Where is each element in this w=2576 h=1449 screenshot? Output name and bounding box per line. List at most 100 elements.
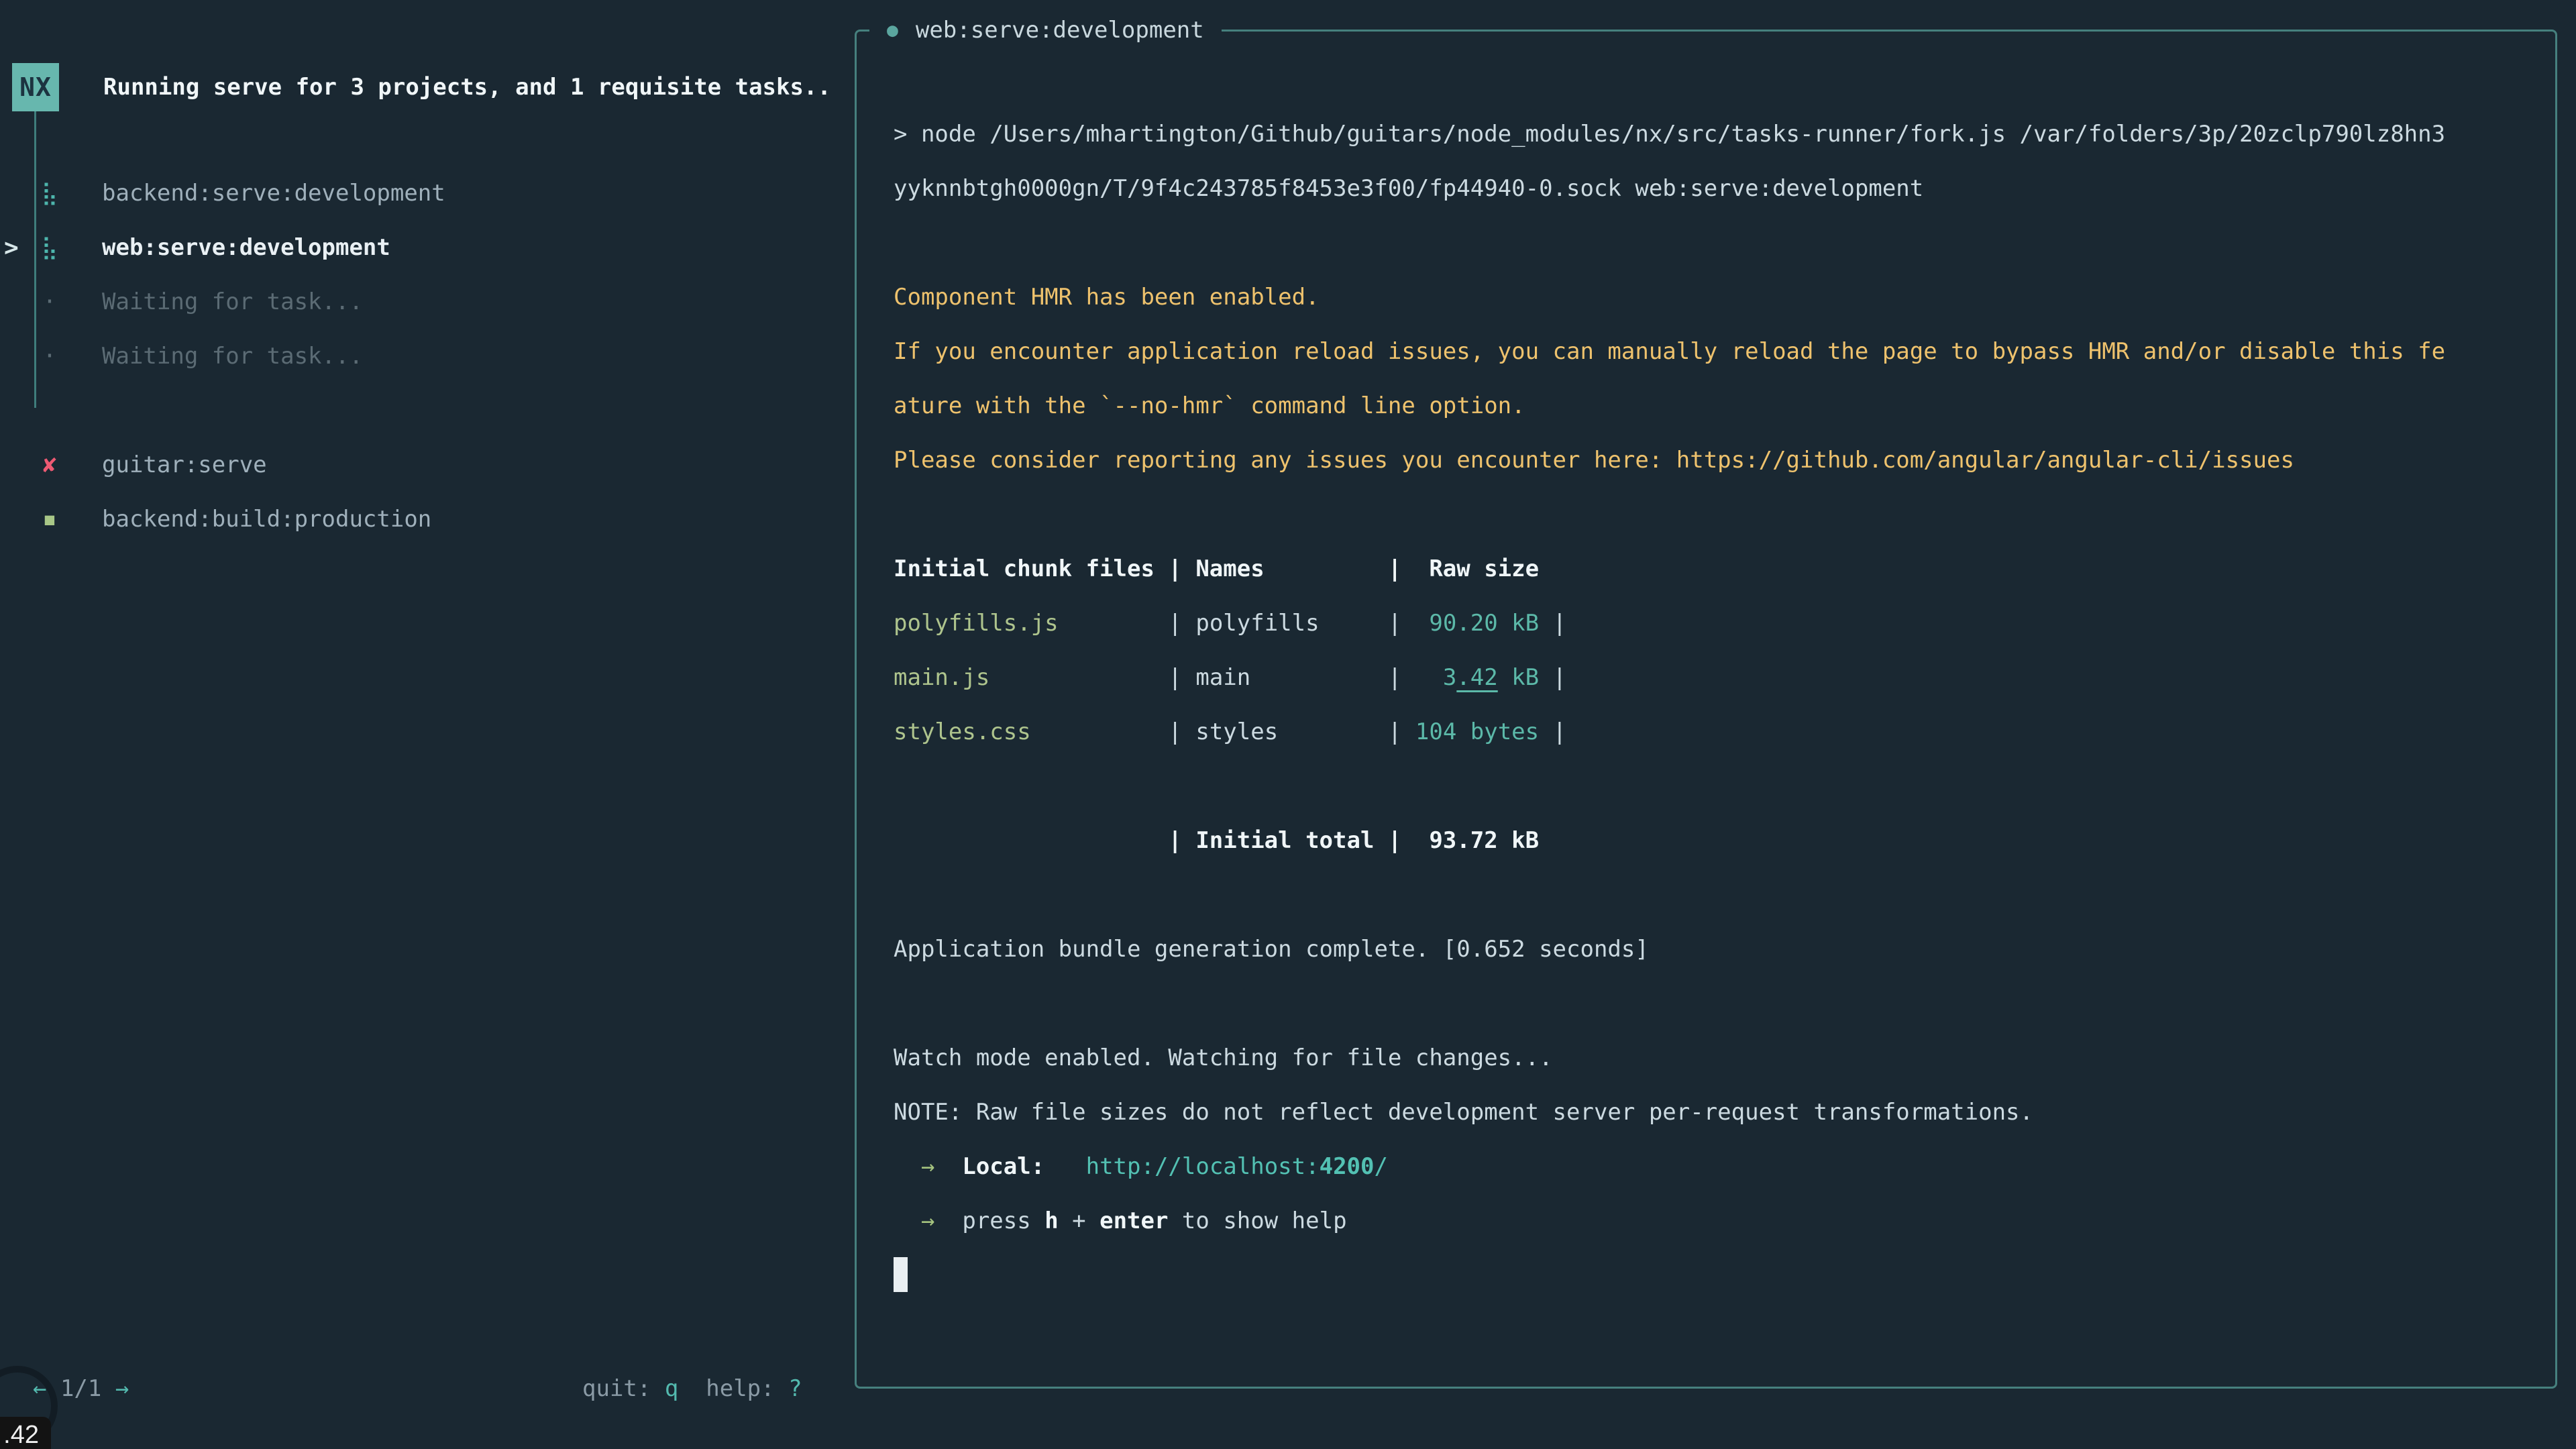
text-segment: kB (1498, 664, 1539, 691)
task-row[interactable]: · Waiting for task... (0, 275, 852, 329)
terminal-output: > node /Users/mhartington/Github/guitars… (894, 107, 2517, 1303)
text-segment: | (989, 664, 1195, 691)
text-segment: help: (678, 1375, 788, 1402)
terminal-line: Component HMR has been enabled. (894, 270, 2517, 325)
task-list-gap (0, 384, 852, 438)
text-segment: | Initial total | 93.72 kB (894, 827, 1539, 854)
terminal-line: → press h + enter to show help (894, 1194, 2517, 1248)
terminal-line (894, 759, 2517, 814)
text-segment: | (1278, 718, 1415, 745)
text-segment: Application bundle generation complete. … (894, 936, 1649, 963)
text-segment: yyknnbtgh0000gn/T/9f4c243785f8453e3f00/f… (894, 175, 1923, 202)
task-list: ⣧ backend:serve:development >⣧ web:serve:de… (0, 166, 852, 547)
text-segment: 4200 (1320, 1153, 1375, 1180)
text-segment: | (1059, 610, 1196, 637)
text-segment: Please consider reporting any issues you… (894, 447, 2294, 474)
text-segment: | (1539, 610, 1566, 637)
task-output-panel-title: ● web:serve:development (869, 11, 1222, 50)
text-segment: press (934, 1208, 1044, 1234)
text-segment: ature with the `--no-hmr` command line o… (894, 392, 1525, 419)
spinner-icon: ⣧ (23, 221, 76, 275)
pager-label: 1/1 (60, 1375, 101, 1402)
text-segment: styles.css (894, 718, 1031, 745)
text-segment: Local: (934, 1153, 1044, 1180)
task-label: Waiting for task... (102, 275, 363, 329)
terminal-line: | Initial total | 93.72 kB (894, 814, 2517, 868)
text-segment: | (1539, 718, 1566, 745)
terminal-line (894, 977, 2517, 1031)
terminal-line: ature with the `--no-hmr` command line o… (894, 379, 2517, 433)
terminal-line: → Local: http://localhost:4200/ (894, 1140, 2517, 1194)
terminal-line (894, 216, 2517, 270)
task-row[interactable]: ■ backend:build:production (0, 492, 852, 547)
task-row[interactable]: ⣧ backend:serve:development (0, 166, 852, 221)
text-segment: .42 (1456, 664, 1497, 691)
text-segment: | (1539, 664, 1566, 691)
page-title: Running serve for 3 projects, and 1 requ… (103, 68, 831, 107)
text-segment: 104 bytes (1415, 718, 1539, 745)
terminal-line: Please consider reporting any issues you… (894, 433, 2517, 488)
task-label: web:serve:development (102, 221, 390, 275)
terminal-line: yyknnbtgh0000gn/T/9f4c243785f8453e3f00/f… (894, 162, 2517, 216)
spinner-icon: ⣧ (23, 166, 76, 221)
pager-right-arrow-icon[interactable]: → (101, 1375, 129, 1402)
selected-task-chevron-icon: > (4, 221, 19, 275)
text-segment (1044, 1153, 1085, 1180)
dot-icon: · (23, 275, 76, 329)
text-segment: + (1059, 1208, 1099, 1234)
terminal-line: main.js | main | 3.42 kB | (894, 651, 2517, 705)
terminal-line (894, 868, 2517, 922)
terminal-line: polyfills.js | polyfills | 90.20 kB | (894, 596, 2517, 651)
text-segment: main.js (894, 664, 989, 691)
text-segment: 90.20 kB (1415, 610, 1539, 637)
text-segment: to show help (1168, 1208, 1346, 1234)
text-segment: h (1044, 1208, 1058, 1234)
text-segment: enter (1099, 1208, 1168, 1234)
text-segment: NOTE: Raw file sizes do not reflect deve… (894, 1099, 2033, 1126)
terminal-line: Application bundle generation complete. … (894, 922, 2517, 977)
text-segment: quit: (582, 1375, 665, 1402)
text-segment: / (1375, 1153, 1388, 1180)
task-label: backend:build:production (102, 492, 431, 547)
text-segment: If you encounter application reload issu… (894, 338, 2445, 365)
text-cursor (894, 1257, 908, 1292)
terminal-line: Initial chunk files | Names | Raw size (894, 542, 2517, 596)
task-label: backend:serve:development (102, 166, 445, 221)
screenshot-size-badge: .42 (0, 1417, 51, 1449)
text-segment: | (1320, 610, 1415, 637)
text-segment: → (894, 1208, 934, 1234)
task-row[interactable]: >⣧ web:serve:development (0, 221, 852, 275)
task-label: guitar:serve (102, 438, 267, 492)
dot-icon: · (23, 329, 76, 384)
nx-logo: NX (12, 63, 59, 111)
text-segment: ? (788, 1375, 802, 1402)
text-segment: | (1031, 718, 1196, 745)
terminal-line (894, 488, 2517, 542)
text-segment: Component HMR has been enabled. (894, 284, 1320, 311)
running-status-dot-icon: ● (887, 11, 898, 50)
terminal-line: If you encounter application reload issu… (894, 325, 2517, 379)
square-icon: ■ (23, 492, 76, 547)
task-row[interactable]: ·Waiting for task... (0, 329, 852, 384)
terminal-line: Watch mode enabled. Watching for file ch… (894, 1031, 2517, 1085)
panel-title-label: web:serve:development (916, 11, 1204, 50)
text-segment: | (1250, 664, 1415, 691)
nx-terminal-ui: NX Running serve for 3 projects, and 1 r… (0, 0, 2576, 1449)
text-segment: Initial chunk files | Names | Raw size (894, 555, 1539, 582)
text-segment: 3 (1415, 664, 1456, 691)
text-segment: main (1195, 664, 1250, 691)
terminal-line: NOTE: Raw file sizes do not reflect deve… (894, 1085, 2517, 1140)
text-segment: polyfills (1195, 610, 1319, 637)
terminal-line: > node /Users/mhartington/Github/guitars… (894, 107, 2517, 162)
text-segment: q (665, 1375, 678, 1402)
text-segment: > node /Users/mhartington/Github/guitars… (894, 121, 2445, 148)
text-segment: styles (1195, 718, 1278, 745)
text-segment: → (894, 1153, 934, 1180)
terminal-line (894, 1248, 2517, 1303)
text-segment: http://localhost: (1086, 1153, 1320, 1180)
text-segment: polyfills.js (894, 610, 1059, 637)
help-hints: quit: q help: ? (582, 1371, 802, 1407)
text-segment: Watch mode enabled. Watching for file ch… (894, 1044, 1553, 1071)
terminal-line: styles.css | styles | 104 bytes | (894, 705, 2517, 759)
task-row[interactable]: ✘guitar:serve (0, 438, 852, 492)
